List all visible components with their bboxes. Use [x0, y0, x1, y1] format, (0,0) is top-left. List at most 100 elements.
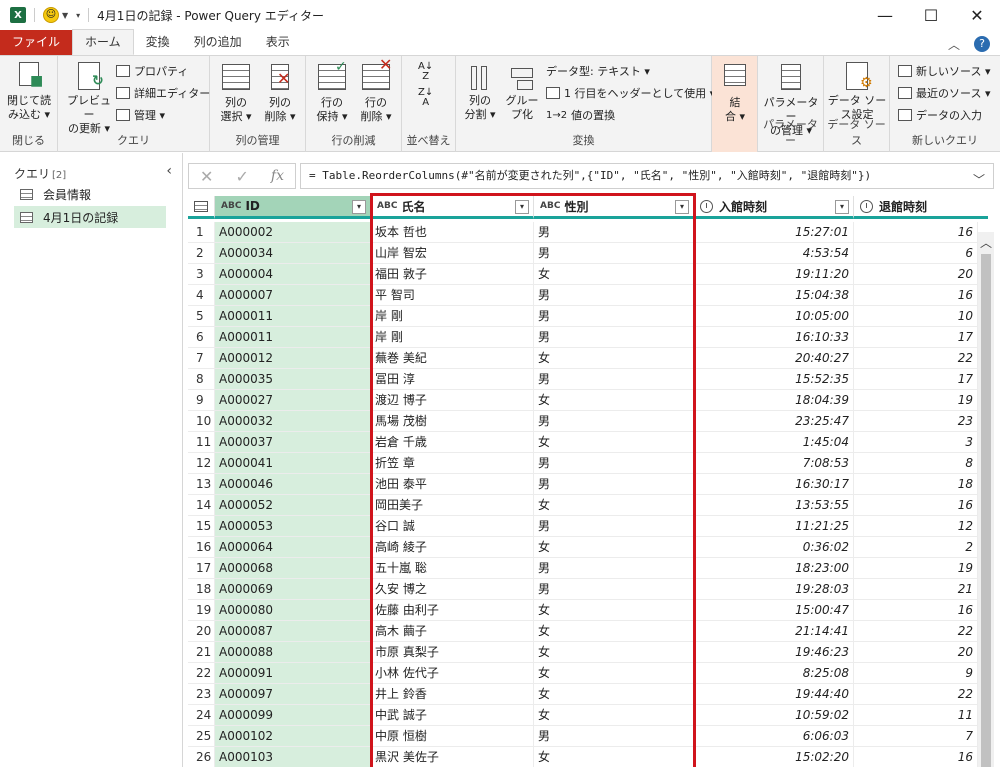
- cell-sex[interactable]: 女: [534, 264, 694, 285]
- cell-name[interactable]: 小林 佐代子: [371, 663, 534, 684]
- cell-id[interactable]: A000007: [215, 285, 371, 306]
- cell-exit-time[interactable]: 6: [854, 243, 978, 264]
- row-number[interactable]: 11: [188, 432, 215, 453]
- cell-exit-time[interactable]: 22: [854, 348, 978, 369]
- cell-entry-time[interactable]: 7:08:53: [694, 453, 854, 474]
- scroll-up-icon[interactable]: ︿: [980, 234, 992, 251]
- cell-exit-time[interactable]: 23: [854, 411, 978, 432]
- cell-entry-time[interactable]: 18:04:39: [694, 390, 854, 411]
- cell-sex[interactable]: 男: [534, 306, 694, 327]
- cell-entry-time[interactable]: 15:27:01: [694, 222, 854, 243]
- cell-name[interactable]: 久安 博之: [371, 579, 534, 600]
- cell-id[interactable]: A000069: [215, 579, 371, 600]
- cell-exit-time[interactable]: 20: [854, 264, 978, 285]
- cell-entry-time[interactable]: 19:46:23: [694, 642, 854, 663]
- cell-name[interactable]: 高木 繭子: [371, 621, 534, 642]
- choose-columns-button[interactable]: 列の 選択 ▾: [216, 62, 256, 124]
- cell-exit-time[interactable]: 2: [854, 537, 978, 558]
- maximize-button[interactable]: ☐: [908, 0, 954, 30]
- filter-dropdown-icon[interactable]: ▾: [515, 200, 529, 214]
- cell-sex[interactable]: 男: [534, 285, 694, 306]
- cell-name[interactable]: 岩倉 千歳: [371, 432, 534, 453]
- cell-exit-time[interactable]: 10: [854, 306, 978, 327]
- cell-sex[interactable]: 女: [534, 684, 694, 705]
- row-number[interactable]: 22: [188, 663, 215, 684]
- column-header-id[interactable]: ABC ID ▾: [215, 196, 371, 219]
- cell-entry-time[interactable]: 16:30:17: [694, 474, 854, 495]
- help-icon[interactable]: ?: [974, 36, 990, 52]
- cell-id[interactable]: A000053: [215, 516, 371, 537]
- cell-sex[interactable]: 女: [534, 537, 694, 558]
- row-number[interactable]: 20: [188, 621, 215, 642]
- manage-button[interactable]: 管理 ▾: [116, 107, 165, 123]
- cell-sex[interactable]: 男: [534, 516, 694, 537]
- row-number[interactable]: 16: [188, 537, 215, 558]
- cell-id[interactable]: A000103: [215, 747, 371, 767]
- cell-id[interactable]: A000041: [215, 453, 371, 474]
- cell-exit-time[interactable]: 22: [854, 621, 978, 642]
- cell-entry-time[interactable]: 1:45:04: [694, 432, 854, 453]
- row-number[interactable]: 14: [188, 495, 215, 516]
- cell-sex[interactable]: 男: [534, 222, 694, 243]
- chevron-down-icon[interactable]: ▼: [62, 11, 68, 20]
- cell-entry-time[interactable]: 10:05:00: [694, 306, 854, 327]
- cell-id[interactable]: A000002: [215, 222, 371, 243]
- cell-sex[interactable]: 男: [534, 579, 694, 600]
- cell-sex[interactable]: 女: [534, 348, 694, 369]
- cell-name[interactable]: 佐藤 由利子: [371, 600, 534, 621]
- cell-id[interactable]: A000012: [215, 348, 371, 369]
- enter-data-button[interactable]: データの入力: [898, 107, 982, 123]
- cell-exit-time[interactable]: 17: [854, 369, 978, 390]
- row-number[interactable]: 18: [188, 579, 215, 600]
- cell-name[interactable]: 岸 剛: [371, 327, 534, 348]
- cell-sex[interactable]: 女: [534, 432, 694, 453]
- commit-icon[interactable]: ✓: [235, 167, 248, 186]
- cell-sex[interactable]: 男: [534, 369, 694, 390]
- tab-transform[interactable]: 変換: [134, 30, 182, 55]
- cell-name[interactable]: 山岸 智宏: [371, 243, 534, 264]
- cell-exit-time[interactable]: 12: [854, 516, 978, 537]
- fx-icon[interactable]: fx: [271, 168, 284, 184]
- row-number[interactable]: 21: [188, 642, 215, 663]
- cell-name[interactable]: 池田 泰平: [371, 474, 534, 495]
- cell-name[interactable]: 市原 真梨子: [371, 642, 534, 663]
- column-header-entry-time[interactable]: 入館時刻 ▾: [694, 196, 854, 219]
- cell-id[interactable]: A000097: [215, 684, 371, 705]
- cell-name[interactable]: 渡辺 博子: [371, 390, 534, 411]
- scrollbar-thumb[interactable]: [981, 254, 991, 767]
- collapse-ribbon-icon[interactable]: ︿: [948, 36, 960, 53]
- cell-name[interactable]: 岡田美子: [371, 495, 534, 516]
- cell-name[interactable]: 福田 敦子: [371, 264, 534, 285]
- tab-file[interactable]: ファイル: [0, 30, 73, 55]
- cell-sex[interactable]: 女: [534, 600, 694, 621]
- cell-entry-time[interactable]: 16:10:33: [694, 327, 854, 348]
- cell-entry-time[interactable]: 15:00:47: [694, 600, 854, 621]
- cell-entry-time[interactable]: 15:04:38: [694, 285, 854, 306]
- data-source-settings-button[interactable]: ⚙ データ ソー ス設定: [826, 62, 888, 122]
- cell-sex[interactable]: 男: [534, 558, 694, 579]
- cell-id[interactable]: A000035: [215, 369, 371, 390]
- cell-id[interactable]: A000011: [215, 327, 371, 348]
- cancel-icon[interactable]: ✕: [200, 167, 213, 186]
- cell-name[interactable]: 蕪巻 美紀: [371, 348, 534, 369]
- cell-exit-time[interactable]: 16: [854, 600, 978, 621]
- table-menu-button[interactable]: [188, 196, 215, 219]
- cell-sex[interactable]: 女: [534, 642, 694, 663]
- cell-id[interactable]: A000068: [215, 558, 371, 579]
- cell-exit-time[interactable]: 17: [854, 327, 978, 348]
- cell-id[interactable]: A000004: [215, 264, 371, 285]
- filter-dropdown-icon[interactable]: ▾: [675, 200, 689, 214]
- recent-sources-button[interactable]: 最近のソース ▾: [898, 85, 990, 101]
- cell-sex[interactable]: 女: [534, 390, 694, 411]
- cell-entry-time[interactable]: 15:02:20: [694, 747, 854, 767]
- cell-exit-time[interactable]: 21: [854, 579, 978, 600]
- cell-entry-time[interactable]: 20:40:27: [694, 348, 854, 369]
- cell-sex[interactable]: 女: [534, 705, 694, 726]
- cell-name[interactable]: 黒沢 美佐子: [371, 747, 534, 767]
- cell-exit-time[interactable]: 22: [854, 684, 978, 705]
- tab-home[interactable]: ホーム: [72, 29, 134, 55]
- cell-exit-time[interactable]: 11: [854, 705, 978, 726]
- cell-sex[interactable]: 男: [534, 453, 694, 474]
- row-number[interactable]: 25: [188, 726, 215, 747]
- cell-sex[interactable]: 男: [534, 474, 694, 495]
